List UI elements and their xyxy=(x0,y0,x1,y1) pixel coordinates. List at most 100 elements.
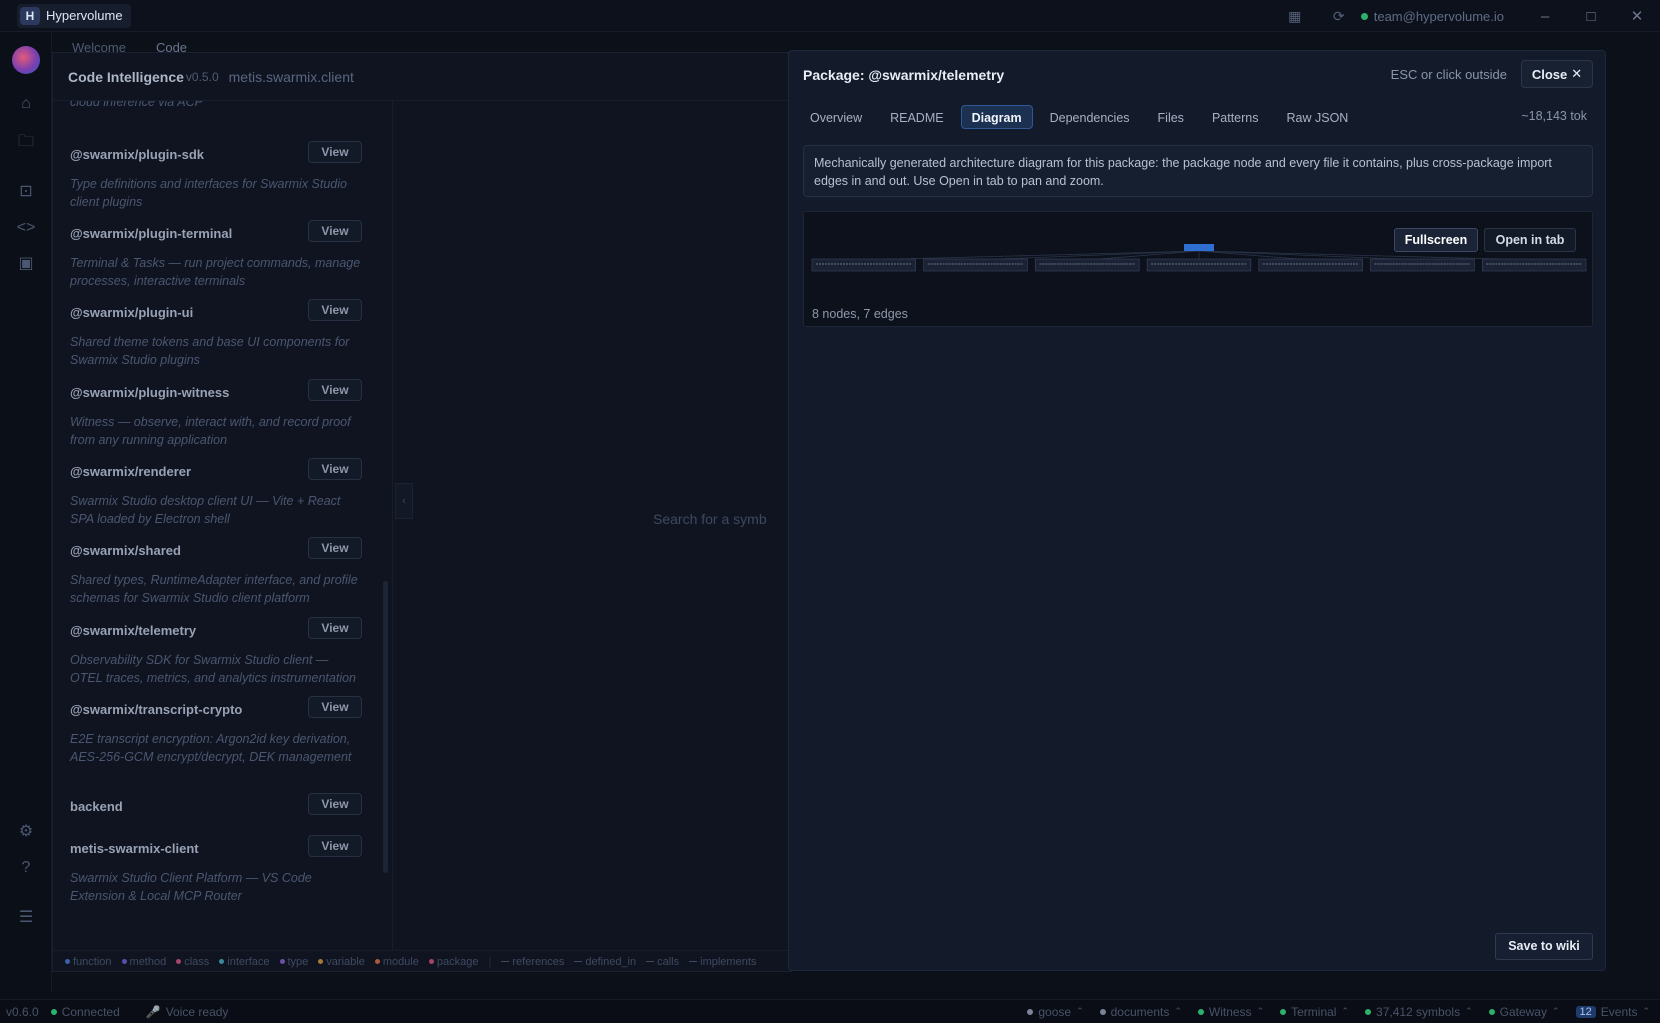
help-icon[interactable]: ? xyxy=(16,858,36,878)
app-logo-icon: H xyxy=(20,6,40,25)
view-button[interactable]: View xyxy=(308,537,362,559)
close-label: Close xyxy=(1531,66,1568,82)
tab-diagram[interactable]: Diagram xyxy=(960,105,1033,129)
grid-icon[interactable]: ▦ xyxy=(1273,8,1317,25)
app-chip[interactable]: H Hypervolume xyxy=(17,3,131,28)
diagram-file-node[interactable] xyxy=(1035,258,1140,272)
modal-dismiss-hint: ESC or click outside xyxy=(1390,67,1507,82)
tab-files[interactable]: Files xyxy=(1147,105,1195,129)
status-dot-icon xyxy=(1099,1008,1106,1015)
view-button[interactable]: View xyxy=(308,617,362,639)
legend-label: method xyxy=(129,955,167,968)
diagram-file-node[interactable] xyxy=(1146,258,1252,272)
maximize-icon[interactable]: □ xyxy=(1568,8,1614,25)
close-window-icon[interactable]: ✕ xyxy=(1614,7,1660,25)
tab-overview[interactable]: Overview xyxy=(799,105,873,129)
graph-stats: 8 nodes, 7 edges xyxy=(812,307,908,321)
status-item[interactable]: 37,412 symbols ⌃ xyxy=(1365,1005,1473,1019)
status-item[interactable]: goose ⌃ xyxy=(1027,1004,1084,1019)
legend-label: function xyxy=(73,955,112,968)
package-description: Terminal & Tasks — run project commands,… xyxy=(70,256,361,288)
view-button[interactable]: View xyxy=(308,835,362,857)
status-items: goose ⌃ documents ⌃ Witness ⌃ Terminal ⌃ 37,412 … xyxy=(1027,1005,1650,1019)
connected-dot-icon xyxy=(50,1008,57,1015)
legend-label: type xyxy=(287,955,309,968)
app-title: Hypervolume xyxy=(46,8,123,23)
microphone-icon: 🎤 xyxy=(145,1004,161,1019)
status-dot-icon xyxy=(1488,1008,1495,1015)
list-scrollbar[interactable] xyxy=(383,581,388,873)
diagram-description: Mechanically generated architecture diag… xyxy=(803,145,1593,197)
legend-item: function xyxy=(65,956,112,968)
legend-edge-item: references xyxy=(501,956,564,968)
close-button[interactable]: Close ✕ xyxy=(1521,60,1593,88)
status-label: 37,412 symbols xyxy=(1376,1004,1461,1019)
diagram-file-node[interactable] xyxy=(1481,258,1587,272)
panel-title: Code Intelligence xyxy=(68,68,184,85)
modal-tabs: Overview README Diagram Dependencies Fil… xyxy=(799,105,1359,129)
layout-icon[interactable]: ☰ xyxy=(16,908,36,928)
status-item[interactable]: Gateway ⌃ xyxy=(1488,1005,1560,1019)
code-icon[interactable]: <> xyxy=(16,218,36,238)
status-label: goose xyxy=(1038,1004,1072,1019)
terminal-icon[interactable]: ⊡ xyxy=(16,182,36,202)
connection-label: Connected xyxy=(61,1004,120,1019)
view-button[interactable]: View xyxy=(308,696,362,718)
collapse-handle[interactable]: ‹ xyxy=(395,483,413,519)
view-button[interactable]: View xyxy=(308,141,362,163)
legend-dot-icon xyxy=(219,959,225,964)
status-dot-icon xyxy=(1027,1008,1034,1015)
tab-dependencies[interactable]: Dependencies xyxy=(1039,105,1141,129)
user-email: team@hypervolume.io xyxy=(1373,8,1504,24)
legend-line-icon xyxy=(574,961,583,962)
right-edge-panel xyxy=(1606,32,1660,992)
package-description: Type definitions and interfaces for Swar… xyxy=(70,177,347,209)
package-modal: Package: @swarmix/telemetry ESC or click… xyxy=(788,50,1606,971)
connection-status[interactable]: Connected xyxy=(50,1004,120,1019)
package-name: @swarmix/transcript-crypto xyxy=(70,702,243,717)
minimize-icon[interactable]: – xyxy=(1522,8,1568,25)
architecture-diagram[interactable] xyxy=(804,242,1594,282)
code-intelligence-panel: Code Intelligence v0.5.0 metis.swarmix.c… xyxy=(52,52,793,972)
diagram-package-node[interactable] xyxy=(1184,244,1214,251)
status-item[interactable]: Witness ⌃ xyxy=(1197,1005,1265,1019)
view-button[interactable]: View xyxy=(308,299,362,321)
view-button[interactable]: View xyxy=(308,458,362,480)
diagram-file-node[interactable] xyxy=(811,258,917,272)
legend-item: module xyxy=(374,956,419,968)
save-to-wiki-button[interactable]: Save to wiki xyxy=(1495,933,1593,960)
events-button[interactable]: 12 Events ⌃ xyxy=(1575,1005,1650,1019)
project-name: metis.swarmix.client xyxy=(228,68,354,85)
tab-raw-json[interactable]: Raw JSON xyxy=(1276,105,1360,129)
folder-icon[interactable]: 🗀 xyxy=(16,132,36,152)
diagram-container[interactable]: Fullscreen Open in tab 8 nodes, 7 edges xyxy=(803,211,1593,327)
chevron-up-icon: ⌃ xyxy=(1256,1006,1265,1016)
diagram-file-node[interactable] xyxy=(1258,258,1363,272)
legend-item: type xyxy=(279,955,309,968)
sync-icon[interactable]: ⟳ xyxy=(1317,8,1361,25)
tab-readme[interactable]: README xyxy=(879,105,954,129)
view-button[interactable]: View xyxy=(308,379,362,401)
view-button[interactable]: View xyxy=(308,793,362,815)
settings-gear-icon[interactable]: ⚙ xyxy=(16,822,36,842)
legend-edge-item: calls xyxy=(646,956,679,968)
user-account[interactable]: team@hypervolume.io xyxy=(1360,8,1504,24)
tab-patterns[interactable]: Patterns xyxy=(1201,105,1270,129)
legend-label: package xyxy=(436,955,479,968)
package-description: Swarmix Studio desktop client UI — Vite … xyxy=(70,494,341,526)
view-button[interactable]: View xyxy=(308,220,362,242)
package-icon[interactable]: ▣ xyxy=(16,254,36,274)
diagram-edge xyxy=(1198,250,1423,261)
home-icon[interactable]: ⌂ xyxy=(16,94,36,114)
legend-dot-icon xyxy=(65,959,70,964)
legend-dot-icon xyxy=(428,959,434,964)
package-name: @swarmix/plugin-sdk xyxy=(70,147,205,162)
status-bar: v0.6.0 Connected 🎤 Voice ready goose ⌃ doc… xyxy=(0,999,1660,1023)
status-item[interactable]: Terminal ⌃ xyxy=(1280,1005,1349,1019)
package-name: @swarmix/plugin-witness xyxy=(70,385,230,400)
package-name: @swarmix/shared xyxy=(70,543,181,558)
diagram-file-node[interactable] xyxy=(923,258,1028,272)
status-item[interactable]: documents ⌃ xyxy=(1099,1005,1182,1019)
diagram-file-node[interactable] xyxy=(1370,258,1475,272)
voice-status[interactable]: 🎤 Voice ready xyxy=(146,1005,229,1019)
